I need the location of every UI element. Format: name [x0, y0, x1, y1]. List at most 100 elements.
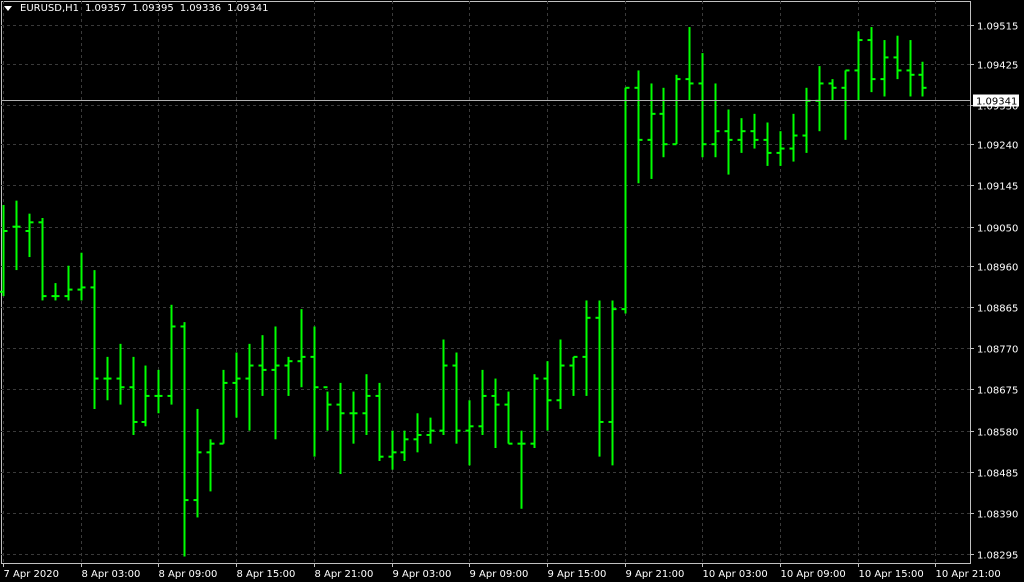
ohlc-bar[interactable]	[854, 31, 863, 101]
y-tick-label: 1.08865	[977, 304, 1018, 315]
ohlc-bar[interactable]	[154, 369, 163, 414]
ohlc-bar[interactable]	[336, 382, 345, 475]
ohlc-bar[interactable]	[543, 361, 552, 431]
ohlc-bar[interactable]	[103, 356, 112, 401]
ohlc-bar[interactable]	[51, 283, 60, 301]
ohlc-bar[interactable]	[595, 300, 604, 457]
ohlc-bar[interactable]	[659, 87, 668, 158]
y-tick-label: 1.09240	[977, 141, 1018, 152]
ohlc-bar[interactable]	[193, 408, 202, 518]
ohlc-bar[interactable]	[426, 417, 435, 444]
ohlc-bar[interactable]	[828, 79, 837, 101]
ohlc-bar[interactable]	[621, 86, 630, 314]
ohlc-bar[interactable]	[90, 270, 99, 409]
ohlc-bar[interactable]	[672, 74, 681, 146]
ohlc-bar[interactable]	[129, 356, 138, 435]
x-tick-label: 9 Apr 03:00	[393, 569, 452, 580]
ohlc-bar[interactable]	[116, 343, 125, 405]
ohlc-bar[interactable]	[12, 200, 21, 271]
ohlc-chart[interactable]: 1.095151.094251.093301.092401.091451.090…	[0, 0, 1024, 582]
ohlc-close: 1.09341	[227, 3, 269, 14]
ohlc-bar[interactable]	[167, 304, 176, 405]
ohlc-bar[interactable]	[141, 365, 150, 427]
ohlc-bar[interactable]	[906, 40, 915, 97]
ohlc-bar[interactable]	[530, 374, 539, 448]
ohlc-bar[interactable]	[517, 430, 526, 509]
x-tick-label: 7 Apr 2020	[4, 569, 59, 580]
ohlc-low: 1.09336	[179, 3, 222, 14]
ohlc-bar[interactable]	[737, 118, 746, 153]
ohlc-bar[interactable]	[362, 374, 371, 435]
ohlc-bar[interactable]	[569, 355, 578, 396]
ohlc-bar[interactable]	[349, 391, 358, 444]
ohlc-bar[interactable]	[388, 430, 397, 470]
ohlc-bar[interactable]	[413, 413, 422, 453]
ohlc-bar[interactable]	[245, 343, 254, 431]
symbol-timeframe: EURUSD,H1	[20, 3, 80, 14]
y-tick-label: 1.09425	[977, 61, 1018, 72]
ohlc-bar[interactable]	[38, 217, 47, 301]
ohlc-bar[interactable]	[219, 369, 228, 445]
y-tick-label: 1.08580	[977, 428, 1018, 439]
x-tick-label: 8 Apr 09:00	[159, 569, 218, 580]
ohlc-bar[interactable]	[271, 326, 280, 440]
x-tick-label: 8 Apr 15:00	[237, 569, 296, 580]
x-tick-label: 9 Apr 09:00	[470, 569, 529, 580]
ohlc-bar[interactable]	[789, 113, 798, 162]
ohlc-bar[interactable]	[867, 27, 876, 93]
ohlc-bar[interactable]	[685, 27, 694, 101]
ohlc-bar[interactable]	[815, 66, 824, 132]
y-tick-label: 1.08675	[977, 386, 1018, 397]
ohlc-bar[interactable]	[439, 339, 448, 435]
dropdown-triangle-icon[interactable]	[4, 6, 12, 11]
ohlc-bar[interactable]	[465, 400, 474, 466]
y-tick-label: 1.08960	[977, 263, 1018, 274]
ohlc-bar[interactable]	[206, 439, 215, 492]
y-tick-label: 1.08295	[977, 551, 1018, 562]
ohlc-bar[interactable]	[232, 352, 241, 418]
ohlc-bar[interactable]	[918, 61, 927, 97]
ohlc-bar[interactable]	[77, 252, 86, 301]
x-tick-label: 10 Apr 21:00	[936, 569, 1001, 580]
y-tick-label: 1.09515	[977, 22, 1018, 33]
ohlc-bar[interactable]	[776, 131, 785, 166]
y-tick-label: 1.09145	[977, 182, 1018, 193]
y-tick-label: 1.08485	[977, 469, 1018, 480]
ohlc-bar[interactable]	[893, 35, 902, 80]
ohlc-bar[interactable]	[478, 369, 487, 435]
ohlc-bar[interactable]	[802, 87, 811, 153]
ohlc-bar[interactable]	[750, 113, 759, 149]
ohlc-bar[interactable]	[375, 382, 384, 462]
ohlc-bar[interactable]	[556, 339, 565, 409]
ohlc-bar[interactable]	[180, 322, 189, 557]
x-tick-label: 10 Apr 03:00	[703, 569, 768, 580]
ohlc-bar[interactable]	[608, 300, 617, 466]
ohlc-bar[interactable]	[452, 352, 461, 444]
ohlc-bar[interactable]	[724, 109, 733, 175]
ohlc-bar[interactable]	[297, 309, 306, 388]
ohlc-bar[interactable]	[284, 356, 293, 396]
ohlc-bar[interactable]	[647, 83, 656, 179]
x-tick-label: 8 Apr 21:00	[315, 569, 374, 580]
ohlc-open: 1.09357	[85, 3, 127, 14]
ohlc-bar[interactable]	[711, 83, 720, 158]
plot-frame	[1, 1, 971, 564]
ohlc-bar[interactable]	[491, 378, 500, 448]
ohlc-bar[interactable]	[258, 335, 267, 396]
x-tick-label: 8 Apr 03:00	[82, 569, 141, 580]
ohlc-bar[interactable]	[400, 430, 409, 462]
x-tick-label: 10 Apr 15:00	[859, 569, 924, 580]
ohlc-bar[interactable]	[880, 40, 889, 97]
ohlc-bar[interactable]	[504, 391, 513, 445]
current-price-label: 1.09341	[976, 97, 1017, 108]
y-tick-label: 1.08390	[977, 510, 1018, 521]
x-tick-label: 10 Apr 09:00	[781, 569, 846, 580]
ohlc-bar[interactable]	[634, 70, 643, 184]
ohlc-bar[interactable]	[310, 326, 319, 457]
ohlc-bar[interactable]	[323, 386, 332, 431]
ohlc-bar[interactable]	[25, 213, 34, 258]
y-tick-label: 1.08770	[977, 345, 1018, 356]
x-tick-label: 9 Apr 15:00	[548, 569, 607, 580]
ohlc-bar[interactable]	[64, 265, 73, 301]
ohlc-high: 1.09395	[132, 3, 174, 14]
